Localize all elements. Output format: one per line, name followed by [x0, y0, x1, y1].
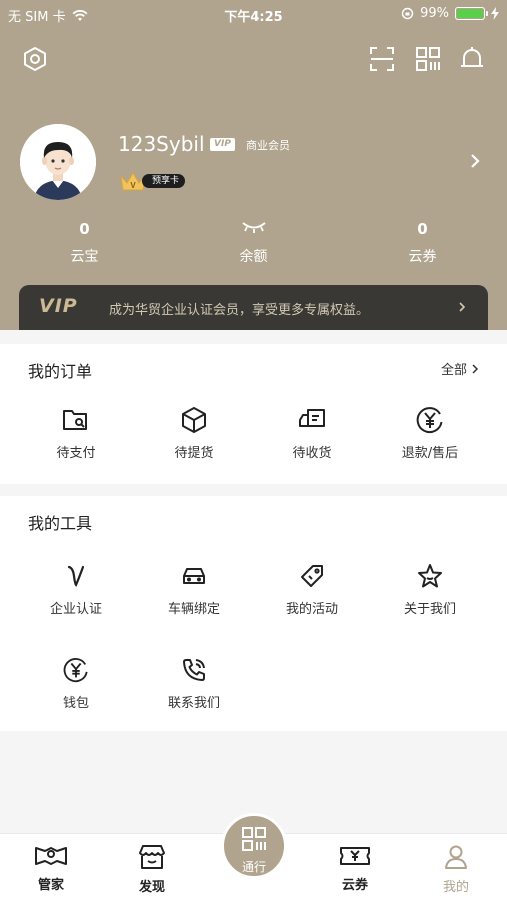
tab-label: 管家 [37, 878, 64, 893]
chevron-right-icon [458, 299, 466, 318]
tool-item-label: 联系我们 [167, 696, 220, 711]
membership-badge[interactable]: V 预享卡 [118, 170, 186, 192]
orders-view-all[interactable]: 全部 [441, 359, 479, 378]
wallet-icon [17, 406, 135, 434]
tab-discover[interactable]: 发现 [112, 844, 192, 895]
store-icon [139, 845, 165, 869]
yen-circle-icon [17, 656, 135, 684]
v-icon [17, 562, 135, 590]
view-all-label: 全部 [440, 363, 467, 378]
chevron-right-icon[interactable] [469, 152, 481, 174]
tool-item-label: 关于我们 [403, 602, 456, 617]
tab-butler[interactable]: 管家 [11, 844, 91, 893]
tool-item-label: 钱包 [62, 696, 89, 711]
vip-banner-text: 成为华贸企业认证会员，享受更多专属权益。 [109, 303, 370, 318]
charging-icon [491, 7, 499, 20]
member-type: 商业会员 [246, 139, 290, 152]
tool-contact-us[interactable]: 联系我们 [135, 656, 253, 711]
order-pending-payment[interactable]: 待支付 [17, 406, 135, 461]
order-item-label: 待支付 [56, 446, 96, 461]
stat-label: 云宝 [70, 249, 99, 265]
vip-tag: VIP [210, 138, 235, 151]
settings-hex-icon[interactable] [20, 44, 50, 74]
stat-balance[interactable]: 余额 [169, 218, 338, 266]
orientation-lock-icon [401, 7, 414, 20]
vip-logo: VIP [39, 295, 78, 317]
tab-label: 发现 [138, 880, 165, 895]
star-icon [371, 562, 489, 590]
tool-about-us[interactable]: 关于我们 [371, 562, 489, 617]
user-icon [445, 845, 467, 869]
truck-icon [253, 406, 371, 434]
chevron-right-icon [472, 363, 479, 374]
stat-label: 云券 [408, 249, 437, 265]
svg-text:V: V [130, 181, 136, 190]
ticket-icon [340, 847, 370, 865]
tab-pass-center-button[interactable]: 通行 [221, 813, 287, 879]
tool-item-label: 企业认证 [49, 602, 102, 617]
orders-title: 我的订单 [28, 362, 93, 381]
order-pending-pickup[interactable]: 待提货 [135, 406, 253, 461]
tool-enterprise-auth[interactable]: 企业认证 [17, 562, 135, 617]
yen-circle-icon [371, 406, 489, 434]
orders-grid: 待支付 待提货 待收货 退款/售后 [0, 406, 507, 461]
battery-level [457, 9, 483, 18]
stat-value: 0 [417, 220, 428, 238]
order-pending-delivery[interactable]: 待收货 [253, 406, 371, 461]
tool-item-label: 我的活动 [285, 602, 338, 617]
order-item-label: 退款/售后 [401, 446, 459, 461]
avatar[interactable] [20, 124, 96, 200]
profile-header: 无 SIM 卡 下午4:25 99% 123Sybil VIP 商业会员 V 预… [0, 0, 507, 330]
order-item-label: 待提货 [174, 446, 214, 461]
scan-icon[interactable] [367, 44, 397, 74]
stat-label: 余额 [239, 249, 268, 265]
stat-coupon[interactable]: 0 云券 [338, 218, 507, 266]
badge-label: 预享卡 [142, 174, 186, 188]
tools-card: 我的工具 企业认证 车辆绑定 我的活动 关于我们 钱包 联系我们 [0, 496, 507, 731]
stats-row: 0 云宝 余额 0 云券 [0, 218, 507, 266]
tab-label: 通行 [241, 860, 266, 874]
box-icon [135, 406, 253, 434]
order-item-label: 待收货 [292, 446, 332, 461]
tab-label: 云券 [341, 878, 368, 893]
battery-icon [455, 7, 488, 20]
vip-banner[interactable]: VIP 成为华贸企业认证会员，享受更多专属权益。 [19, 285, 488, 330]
tab-mine[interactable]: 我的 [416, 844, 496, 895]
car-icon [135, 562, 253, 590]
username: 123Sybil [118, 132, 205, 156]
orders-card: 我的订单 全部 待支付 待提货 待收货 退款/售后 [0, 344, 507, 484]
tools-grid-row-2: 钱包 联系我们 [0, 656, 507, 711]
stat-yunbao[interactable]: 0 云宝 [0, 218, 169, 266]
stat-value: 0 [79, 220, 90, 238]
tool-item-label: 车辆绑定 [167, 602, 220, 617]
phone-icon [135, 656, 253, 684]
order-refund[interactable]: 退款/售后 [371, 406, 489, 461]
tab-label: 我的 [442, 880, 469, 895]
tools-title: 我的工具 [28, 514, 93, 533]
qrcode-icon[interactable] [413, 44, 443, 74]
map-icon [35, 847, 67, 865]
tool-wallet[interactable]: 钱包 [17, 656, 135, 711]
status-bar: 无 SIM 卡 下午4:25 99% [0, 0, 507, 28]
hidden-eye-icon[interactable] [169, 218, 338, 240]
bell-icon[interactable] [457, 44, 487, 74]
tools-grid-row-1: 企业认证 车辆绑定 我的活动 关于我们 [0, 562, 507, 617]
tag-icon [253, 562, 371, 590]
tool-my-activities[interactable]: 我的活动 [253, 562, 371, 617]
battery-percent: 99% [420, 6, 449, 21]
tool-vehicle-binding[interactable]: 车辆绑定 [135, 562, 253, 617]
tab-coupons[interactable]: 云券 [315, 844, 395, 893]
qrcode-icon [242, 827, 266, 851]
status-right: 99% [401, 6, 499, 21]
